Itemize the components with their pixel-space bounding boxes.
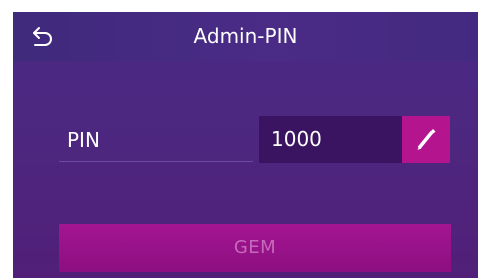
admin-pin-screen: Admin-PIN PIN 1000 GEM <box>13 12 478 278</box>
pin-label-divider <box>59 161 253 162</box>
header-bar: Admin-PIN <box>13 12 478 61</box>
page-title: Admin-PIN <box>193 24 298 48</box>
save-button[interactable]: GEM <box>59 224 451 272</box>
pencil-icon <box>417 129 436 150</box>
pin-value-field[interactable]: 1000 <box>259 116 402 163</box>
edit-pin-button[interactable] <box>402 116 450 163</box>
pin-value: 1000 <box>271 127 322 151</box>
pin-label: PIN <box>67 128 100 152</box>
